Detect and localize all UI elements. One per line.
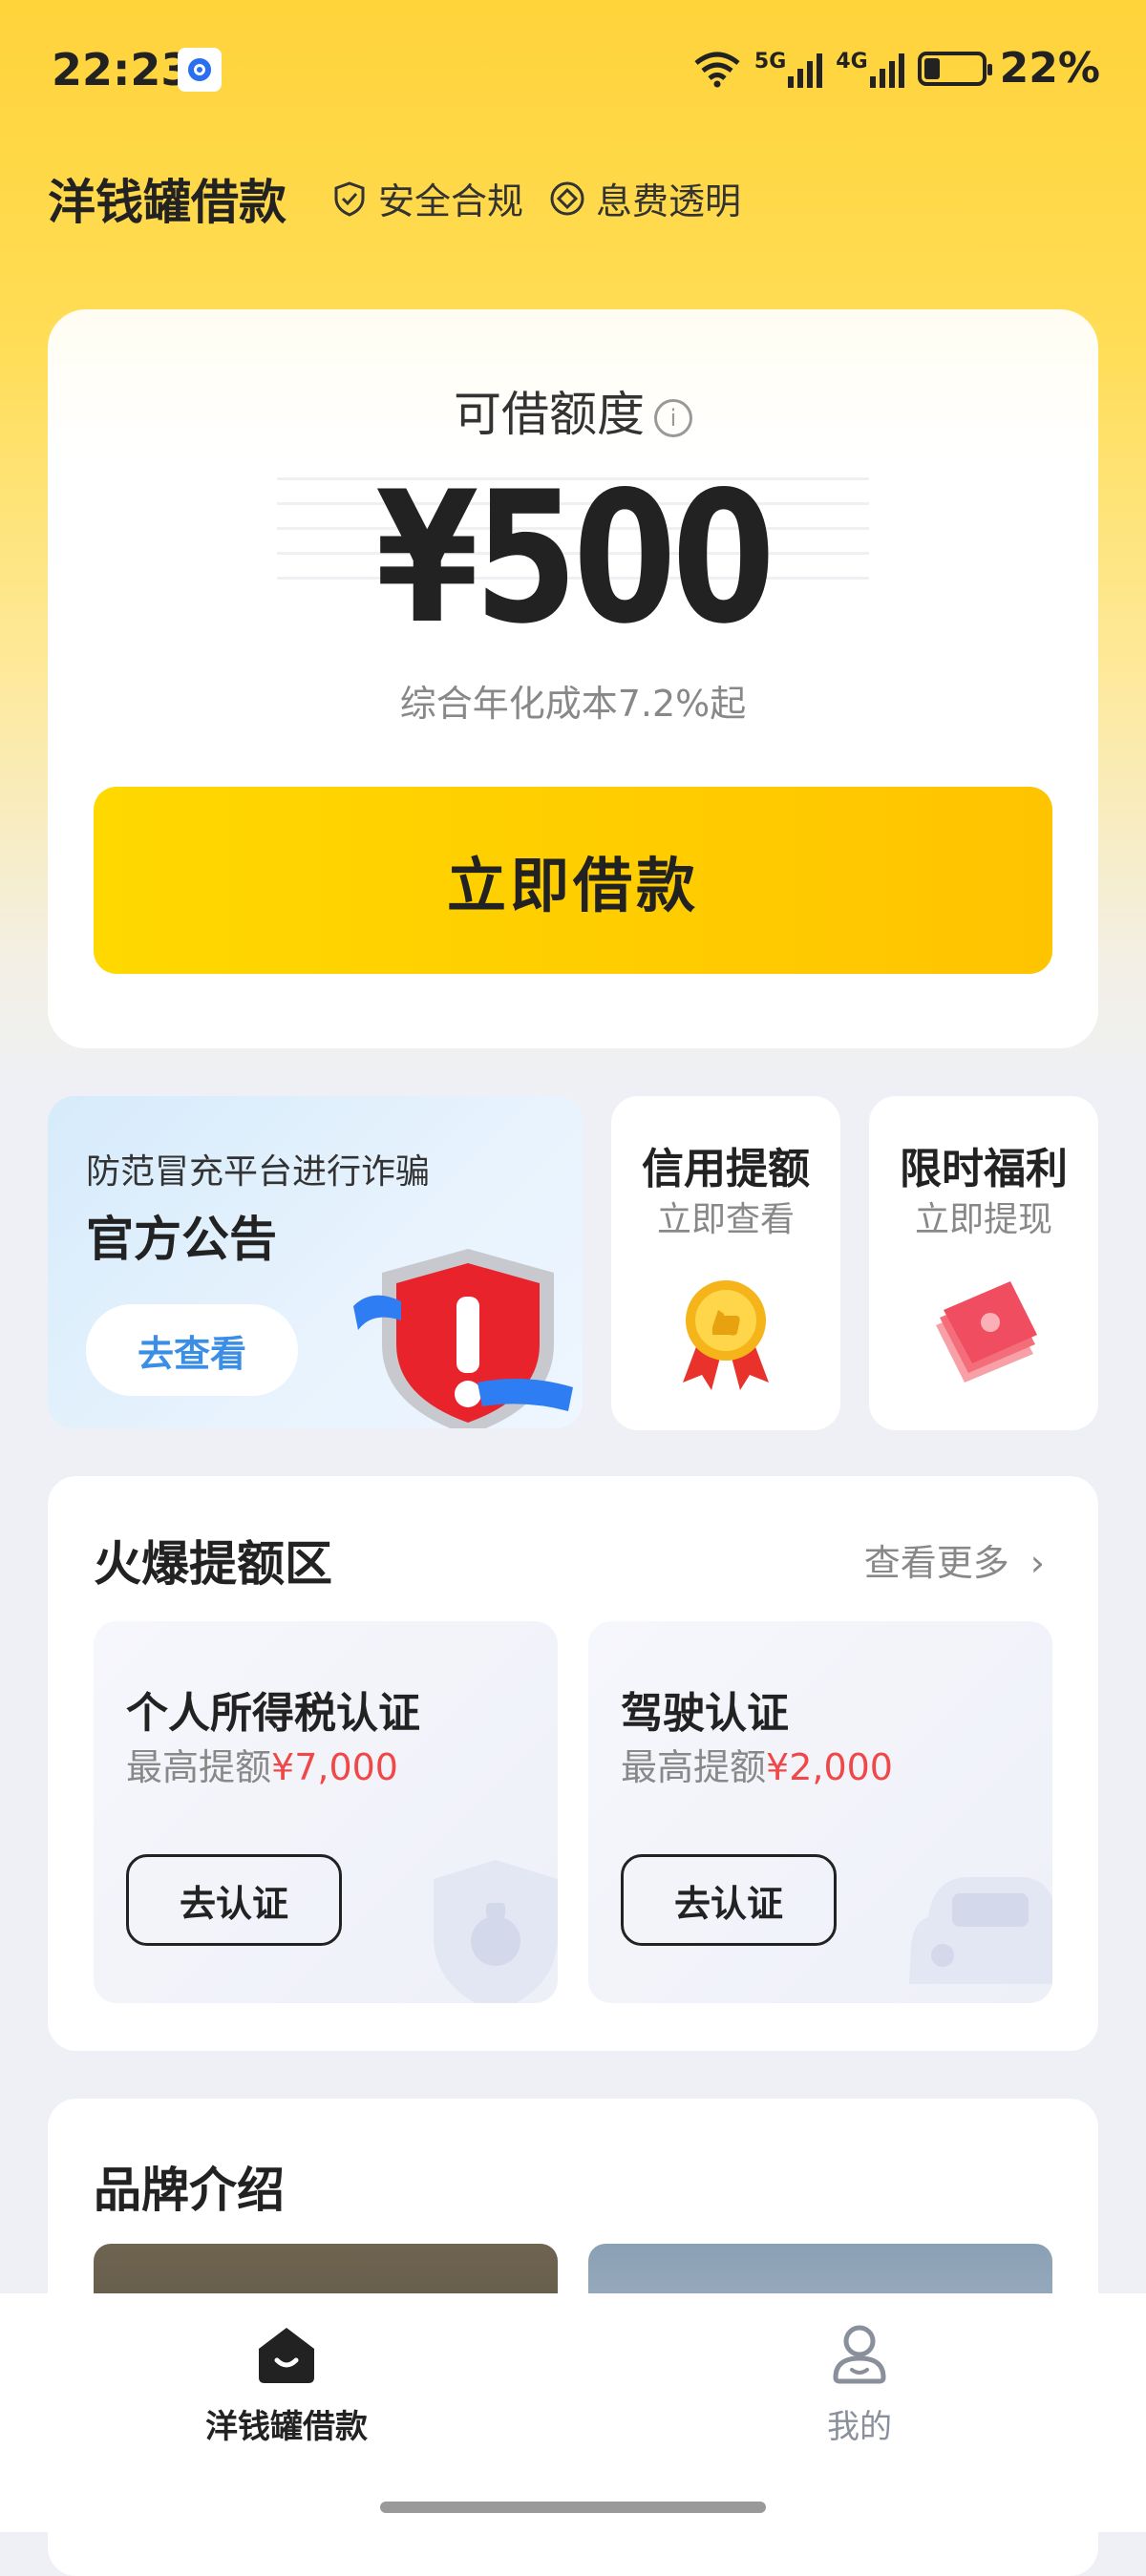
- status-time: 22:23: [52, 44, 192, 95]
- promo-subtitle: 立即查看: [656, 1200, 795, 1239]
- cash-icon: [936, 1281, 1037, 1383]
- official-notice-card[interactable]: 防范冒充平台进行诈骗 官方公告 去查看: [48, 1096, 583, 1428]
- section-title: 品牌介绍: [94, 2163, 285, 2218]
- verify-button[interactable]: 去认证: [126, 1854, 342, 1946]
- diamond-icon: [550, 181, 584, 215]
- view-more-link[interactable]: 查看更多 ›: [864, 1533, 1045, 1586]
- battery-icon: [917, 51, 992, 86]
- wifi-icon: [694, 52, 740, 87]
- promo-limited-benefit[interactable]: 限时福利 立即提现: [869, 1096, 1098, 1430]
- signal-icon: [788, 50, 823, 88]
- quota-label: 可借额度 i: [48, 376, 1098, 445]
- info-icon[interactable]: i: [654, 398, 692, 437]
- battery-percent: 22%: [999, 44, 1100, 93]
- status-indicators: 5G 4G 22%: [693, 44, 1100, 93]
- section-title: 火爆提额区: [94, 1536, 332, 1592]
- view-notice-button[interactable]: 去查看: [86, 1304, 298, 1396]
- quota-card: 可借额度 i ¥500 综合年化成本7.2%起 立即借款: [48, 309, 1098, 1048]
- network-type-1: 5G: [753, 49, 787, 74]
- car-icon: [909, 1877, 1052, 1984]
- promo-subtitle: 立即提现: [914, 1200, 1052, 1239]
- card-subtitle: 最高提额¥2,000: [621, 1738, 893, 1790]
- card-subtitle: 最高提额¥7,000: [126, 1738, 398, 1790]
- warning-shield-icon: [353, 1249, 573, 1428]
- notice-subtitle: 防范冒充平台进行诈骗: [86, 1152, 431, 1192]
- promo-credit-raise[interactable]: 信用提额 立即查看: [611, 1096, 840, 1430]
- tab-label: 我的: [827, 2408, 892, 2446]
- raise-amount: ¥7,000: [271, 1746, 398, 1788]
- tab-mine[interactable]: 我的: [716, 2320, 1003, 2447]
- network-type-2: 4G: [836, 49, 868, 74]
- driving-verify-card[interactable]: 驾驶认证 最高提额¥2,000 去认证: [588, 1621, 1052, 2003]
- bottom-tab-bar: 洋钱罐借款 我的: [0, 2293, 1146, 2532]
- quota-amount: ¥500: [375, 453, 775, 664]
- shield-check-icon: [334, 180, 365, 217]
- user-icon: [833, 2325, 886, 2384]
- home-icon: [259, 2328, 314, 2383]
- hot-raise-section: 火爆提额区 查看更多 › 个人所得税认证 最高提额¥7,000 去认证 驾驶认证…: [48, 1476, 1098, 2051]
- signal-icon: [869, 50, 904, 88]
- badge-transparent: 息费透明: [548, 172, 741, 224]
- view-more-label: 查看更多: [863, 1542, 1009, 1584]
- badge-safe: 安全合规: [330, 172, 523, 224]
- promo-title: 信用提额: [642, 1145, 810, 1193]
- verify-button[interactable]: 去认证: [621, 1854, 837, 1946]
- raise-prefix: 最高提额: [126, 1746, 272, 1788]
- money-bag-shield-icon: [434, 1860, 558, 2003]
- tab-label: 洋钱罐借款: [205, 2408, 368, 2446]
- medal-icon: [683, 1280, 769, 1390]
- chevron-right-icon: ›: [1029, 1542, 1045, 1584]
- home-indicator[interactable]: [380, 2502, 766, 2513]
- notification-app-icon: [178, 48, 222, 92]
- tax-verify-card[interactable]: 个人所得税认证 最高提额¥7,000 去认证: [94, 1621, 558, 2003]
- app-title: 洋钱罐借款: [48, 175, 286, 230]
- card-title: 驾驶认证: [621, 1689, 789, 1738]
- borrow-now-button[interactable]: 立即借款: [94, 787, 1052, 974]
- card-title: 个人所得税认证: [126, 1689, 420, 1738]
- notice-title: 官方公告: [86, 1212, 277, 1267]
- raise-prefix: 最高提额: [621, 1746, 767, 1788]
- tab-home[interactable]: 洋钱罐借款: [143, 2320, 430, 2447]
- badge-label: 息费透明: [596, 180, 742, 222]
- promo-title: 限时福利: [900, 1145, 1068, 1193]
- raise-amount: ¥2,000: [766, 1746, 893, 1788]
- badge-label: 安全合规: [378, 180, 524, 222]
- rate-note: 综合年化成本7.2%起: [399, 683, 747, 725]
- quota-label-text: 可借额度: [454, 387, 645, 442]
